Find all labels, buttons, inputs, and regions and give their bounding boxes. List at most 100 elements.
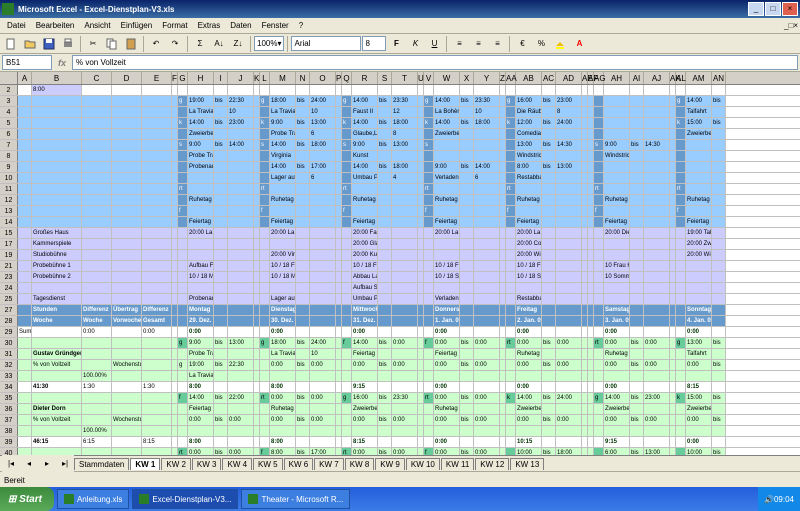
cell[interactable]: 0:00 <box>516 382 542 392</box>
tab-last-icon[interactable]: ▸| <box>56 455 74 473</box>
cell[interactable] <box>556 195 582 205</box>
cell[interactable] <box>310 228 336 238</box>
cell[interactable]: rt <box>178 448 188 455</box>
cell[interactable]: bis <box>460 448 474 455</box>
cell[interactable] <box>474 371 500 381</box>
col-header-AD[interactable]: AD <box>556 72 582 84</box>
col-header-AC[interactable]: AC <box>542 72 556 84</box>
cell[interactable] <box>506 162 516 172</box>
cell[interactable] <box>434 206 460 216</box>
cell[interactable] <box>392 349 418 359</box>
cell[interactable]: bis <box>460 118 474 128</box>
col-header-AH[interactable]: AH <box>604 72 630 84</box>
cell[interactable] <box>18 107 32 117</box>
menu-ansicht[interactable]: Ansicht <box>79 20 115 31</box>
sheet-tab[interactable]: KW 5 <box>253 458 283 470</box>
font-color-icon[interactable]: A <box>570 35 588 53</box>
cell[interactable] <box>18 250 32 260</box>
cell[interactable] <box>604 426 630 436</box>
cell[interactable] <box>228 85 254 95</box>
cell[interactable]: Übertrag <box>112 305 142 315</box>
cell[interactable] <box>112 426 142 436</box>
cell[interactable]: Restabbau Sommerbezieł <box>516 294 542 304</box>
cell[interactable] <box>392 206 418 216</box>
cell[interactable]: g <box>676 338 686 348</box>
cell[interactable]: Ruhetag <box>604 349 630 359</box>
col-header-W[interactable]: W <box>434 72 460 84</box>
sheet-tab[interactable]: KW 10 <box>406 458 440 470</box>
cell[interactable] <box>378 382 392 392</box>
cell[interactable] <box>474 283 500 293</box>
cell[interactable]: Feiertag <box>188 404 214 414</box>
cell[interactable] <box>342 294 352 304</box>
cell[interactable] <box>474 140 500 150</box>
cell[interactable]: Restabbau <box>516 173 542 183</box>
cell[interactable] <box>296 426 310 436</box>
cell[interactable] <box>644 162 670 172</box>
cell[interactable]: rt <box>594 338 604 348</box>
cell[interactable]: 9:00 <box>352 140 378 150</box>
cell[interactable] <box>516 371 542 381</box>
cell[interactable] <box>556 239 582 249</box>
cell[interactable] <box>270 426 296 436</box>
cell[interactable]: 18:00 <box>556 448 582 455</box>
cell[interactable] <box>32 129 82 139</box>
cell[interactable]: Ruhetag <box>434 404 460 414</box>
cell[interactable] <box>112 382 142 392</box>
cell[interactable] <box>82 294 112 304</box>
cell[interactable]: 20:00 Comedian Harmoni <box>516 239 542 249</box>
cell[interactable]: 9:00 <box>188 140 214 150</box>
cell[interactable] <box>260 360 270 370</box>
cell[interactable] <box>712 404 726 414</box>
paste-icon[interactable] <box>122 35 140 53</box>
cell[interactable]: 0:00 <box>644 338 670 348</box>
cell[interactable] <box>542 272 556 282</box>
sheet-tab[interactable]: KW 9 <box>375 458 405 470</box>
cell[interactable] <box>142 426 172 436</box>
cell[interactable] <box>342 426 352 436</box>
cell[interactable]: Umbau Probebühne 2 <box>352 294 378 304</box>
cell[interactable] <box>676 305 686 315</box>
cell[interactable]: % von Vollzeit <box>32 360 82 370</box>
cell[interactable] <box>604 173 630 183</box>
cell[interactable] <box>712 107 726 117</box>
cell[interactable] <box>630 382 644 392</box>
cell[interactable]: 14:00 <box>352 338 378 348</box>
row-header[interactable]: 28 <box>0 316 18 326</box>
cell[interactable] <box>506 316 516 326</box>
cell[interactable] <box>676 85 686 95</box>
row-header[interactable]: 38 <box>0 426 18 436</box>
menu-einfuegen[interactable]: Einfügen <box>116 20 158 31</box>
cell[interactable]: 14:00 <box>352 96 378 106</box>
cell[interactable] <box>228 261 254 271</box>
cell[interactable] <box>378 294 392 304</box>
cell[interactable] <box>676 426 686 436</box>
cell[interactable] <box>112 272 142 282</box>
cell[interactable] <box>460 426 474 436</box>
cell[interactable]: 0:00 <box>474 448 500 455</box>
cell[interactable] <box>310 305 336 315</box>
cell[interactable]: 14:30 <box>644 140 670 150</box>
cell[interactable] <box>378 173 392 183</box>
cell[interactable] <box>460 272 474 282</box>
cell[interactable]: 46:15 <box>32 437 82 447</box>
cell[interactable] <box>260 426 270 436</box>
cell[interactable] <box>542 206 556 216</box>
cell[interactable]: 13:00 <box>644 448 670 455</box>
cell[interactable]: 0:00 <box>516 360 542 370</box>
cell[interactable] <box>18 173 32 183</box>
cell[interactable] <box>542 349 556 359</box>
cell[interactable] <box>112 129 142 139</box>
cell[interactable] <box>542 294 556 304</box>
cell[interactable]: 0:00 <box>644 415 670 425</box>
cell[interactable] <box>214 316 228 326</box>
cell[interactable]: Talfahrt <box>686 349 712 359</box>
cell[interactable] <box>676 195 686 205</box>
cell[interactable]: Gustav Gründgens <box>32 349 82 359</box>
cell[interactable] <box>506 107 516 117</box>
cell[interactable] <box>178 228 188 238</box>
cell[interactable]: bis <box>712 96 726 106</box>
cell[interactable] <box>506 305 516 315</box>
cell[interactable] <box>310 437 336 447</box>
cell[interactable] <box>310 316 336 326</box>
